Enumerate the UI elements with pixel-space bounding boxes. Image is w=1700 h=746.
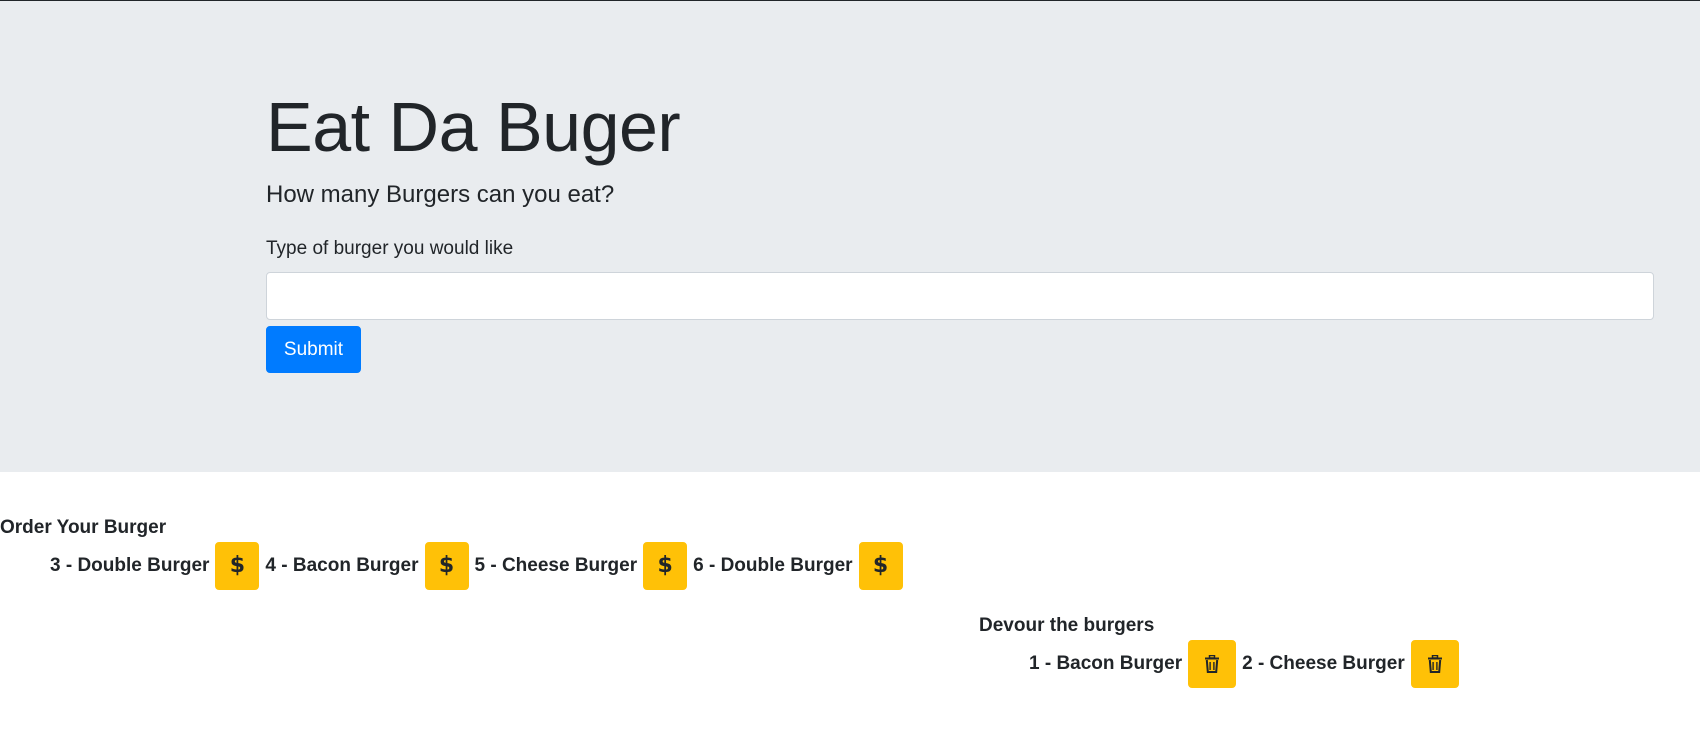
burger-type-label: Type of burger you would like	[266, 238, 514, 259]
trash-icon	[1204, 655, 1220, 673]
submit-button[interactable]: Submit	[266, 326, 361, 373]
delete-button[interactable]	[1188, 640, 1237, 688]
devoured-burger-item: 2 - Cheese Burger	[1242, 640, 1459, 688]
order-button[interactable]: $	[643, 542, 688, 590]
dollar-icon: $	[872, 553, 889, 578]
burger-name: 6 - Double Burger	[693, 555, 853, 576]
order-burger-item: 6 - Double Burger $	[693, 542, 903, 590]
trash-icon	[1427, 655, 1443, 673]
page-title: Eat Da Buger	[266, 88, 681, 166]
dollar-icon: $	[657, 553, 673, 578]
burger-name: 1 - Bacon Burger	[1029, 653, 1183, 674]
burger-name: 4 - Bacon Burger	[265, 555, 419, 576]
order-section-heading: Order Your Burger	[0, 517, 167, 538]
order-button[interactable]: $	[424, 542, 469, 590]
order-burger-list: 3 - Double Burger $ 4 - Bacon Burger $ 5…	[50, 542, 909, 590]
order-burger-item: 5 - Cheese Burger $	[475, 542, 688, 590]
devoured-burger-item: 1 - Bacon Burger	[1029, 640, 1237, 688]
burger-type-input[interactable]	[266, 272, 1654, 320]
order-button[interactable]: $	[858, 542, 903, 590]
devoured-burger-list: 1 - Bacon Burger 2 - Cheese Burger	[1029, 640, 1465, 688]
burger-name: 5 - Cheese Burger	[474, 555, 638, 576]
devour-section-heading: Devour the burgers	[979, 615, 1155, 636]
burger-name: 3 - Double Burger	[50, 555, 210, 576]
jumbotron-header: Eat Da Buger How many Burgers can you ea…	[0, 1, 1700, 472]
page-subtitle: How many Burgers can you eat?	[266, 181, 615, 208]
dollar-icon: $	[229, 553, 246, 578]
order-button[interactable]: $	[215, 542, 260, 590]
delete-button[interactable]	[1410, 640, 1459, 688]
order-burger-item: 4 - Bacon Burger $	[265, 542, 469, 590]
burger-name: 2 - Cheese Burger	[1242, 653, 1405, 674]
dollar-icon: $	[438, 553, 455, 578]
order-burger-item: 3 - Double Burger $	[50, 542, 260, 590]
